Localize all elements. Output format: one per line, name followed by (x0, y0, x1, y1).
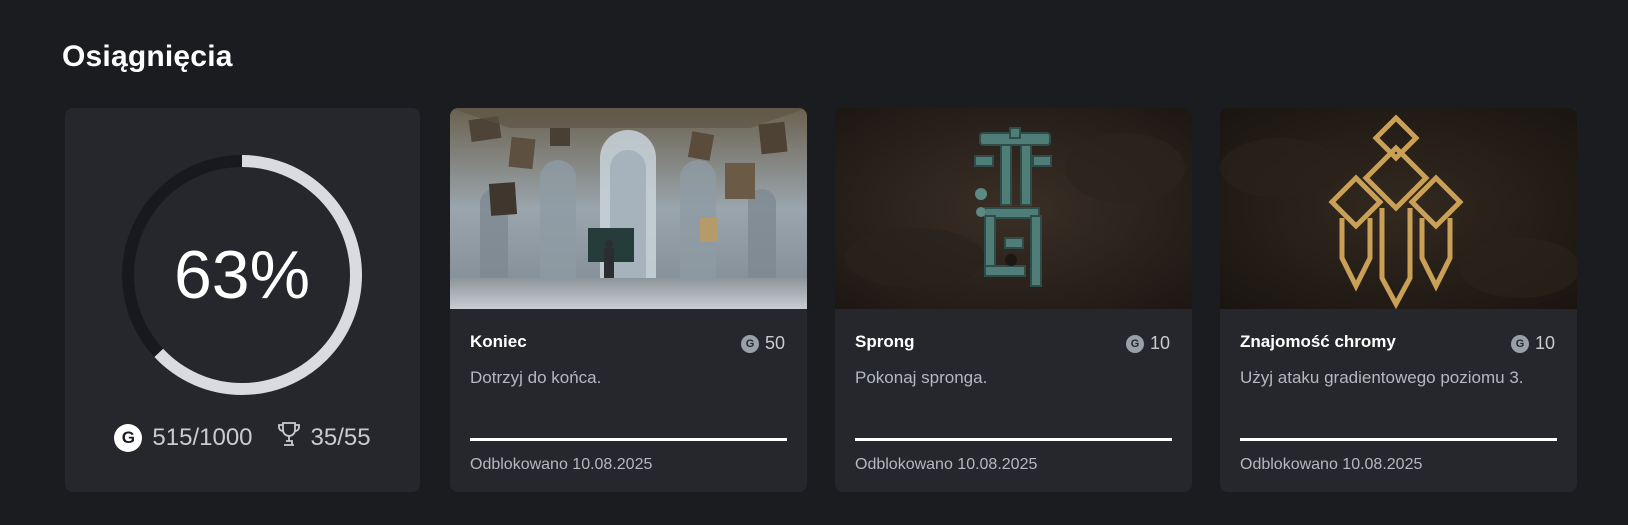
achievement-description: Dotrzyj do końca. (470, 368, 602, 387)
achievement-card-sprong[interactable]: Sprong G 10 Pokonaj spronga. Odblokowano… (835, 108, 1192, 492)
gamerscore-icon: G (114, 423, 143, 452)
achievement-description: Użyj ataku gradientowego poziomu 3. (1240, 368, 1524, 387)
gamerscore-icon: G (1510, 334, 1529, 353)
achievement-points-value: 10 (1149, 333, 1170, 353)
achievement-unlocked-date: Odblokowano 10.08.2025 (1240, 456, 1423, 473)
achievement-points: G 10 (1510, 333, 1555, 354)
achievement-unlocked-date: Odblokowano 10.08.2025 (470, 456, 653, 473)
achievement-progress-fill (1240, 438, 1557, 441)
achievements-count-stat: 35/55 (277, 421, 371, 454)
achievement-points: G 10 (1125, 333, 1170, 354)
achievements-page: Osiągnięcia 63% G 515/1000 35/55 Koniec … (0, 0, 1628, 525)
achievement-name: Sprong (855, 332, 915, 351)
achievement-progress-bar (855, 438, 1172, 441)
achievement-points-value: 50 (764, 333, 785, 353)
completion-percent: 63% (173, 237, 311, 313)
trophy-icon (277, 421, 301, 454)
achievement-progress-fill (855, 438, 1172, 441)
achievement-progress-fill (470, 438, 787, 441)
achievement-card-znajomosc-chromy[interactable]: Znajomość chromy G 10 Użyj ataku gradien… (1220, 108, 1577, 492)
gamerscore-icon: G (1125, 334, 1144, 353)
achievement-points-value: 10 (1534, 333, 1555, 353)
achievement-image-gallery (450, 108, 807, 309)
achievement-name: Znajomość chromy (1240, 332, 1396, 351)
section-title: Osiągnięcia (62, 40, 233, 73)
achievements-count-value: 35/55 (310, 423, 371, 451)
gamerscore-icon: G (740, 334, 759, 353)
achievement-progress-bar (1240, 438, 1557, 441)
achievement-progress-bar (470, 438, 787, 441)
achievement-description: Pokonaj spronga. (855, 368, 988, 387)
gamerscore-stat: G 515/1000 (114, 423, 253, 452)
achievement-unlocked-date: Odblokowano 10.08.2025 (855, 456, 1038, 473)
achievement-summary-card[interactable]: 63% G 515/1000 35/55 (65, 108, 420, 492)
achievement-card-koniec[interactable]: Koniec G 50 Dotrzyj do końca. Odblokowan… (450, 108, 807, 492)
completion-ring: 63% (115, 148, 369, 402)
achievement-image-glyph (835, 108, 1192, 309)
summary-stats: G 515/1000 35/55 (65, 421, 420, 454)
achievement-name: Koniec (470, 332, 527, 351)
achievement-points: G 50 (740, 333, 785, 354)
achievement-image-crest (1220, 108, 1577, 309)
gamerscore-value: 515/1000 (152, 423, 253, 451)
